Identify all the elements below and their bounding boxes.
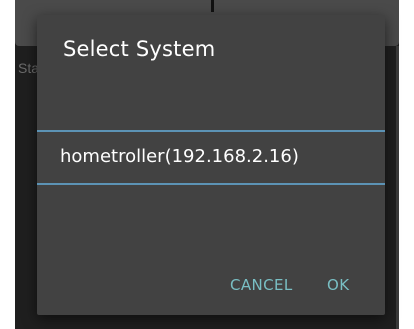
system-item-label: hometroller(192.168.2.16) [60, 146, 299, 167]
background-partial-text: Sta [18, 60, 40, 76]
dialog-actions: CANCEL OK [37, 270, 385, 300]
system-item-hometroller[interactable]: hometroller(192.168.2.16) [37, 132, 385, 183]
background-toolbar-divider [211, 0, 214, 12]
ok-button[interactable]: OK [321, 272, 355, 298]
background-edge [396, 46, 399, 329]
select-system-dialog: Select System hometroller(192.168.2.16) … [37, 15, 385, 315]
cancel-button[interactable]: CANCEL [224, 272, 299, 298]
list-divider-bottom [37, 183, 385, 185]
system-list: hometroller(192.168.2.16) [37, 130, 385, 185]
dialog-title: Select System [63, 37, 216, 61]
